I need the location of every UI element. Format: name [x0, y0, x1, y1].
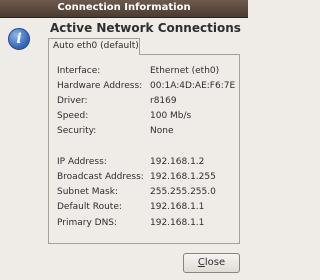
- field-label: Hardware Address:: [57, 81, 143, 91]
- window-title: Connection Information: [57, 2, 191, 13]
- field-label: Primary DNS:: [57, 218, 118, 228]
- field-value: 255.255.255.0: [150, 187, 216, 197]
- detail-row-speed: Speed: 100 Mb/s: [0, 111, 248, 123]
- field-label: Interface:: [57, 66, 101, 76]
- close-label: lose: [204, 257, 226, 268]
- field-value: 100 Mb/s: [150, 111, 192, 121]
- detail-row-driver: Driver: r8169: [0, 96, 248, 108]
- detail-row-hardware-address: Hardware Address: 00:1A:4D:AE:F6:7E: [0, 81, 248, 93]
- field-value: 00:1A:4D:AE:F6:7E: [150, 81, 236, 91]
- field-label: Subnet Mask:: [57, 187, 118, 197]
- field-value: r8169: [150, 96, 177, 106]
- close-mnemonic: C: [197, 257, 205, 268]
- close-button[interactable]: Close: [183, 253, 240, 273]
- detail-row-ip-address: IP Address: 192.168.1.2: [0, 157, 248, 169]
- field-value: None: [150, 126, 174, 136]
- detail-row-primary-dns: Primary DNS: 192.168.1.1: [0, 218, 248, 230]
- field-value: 192.168.1.2: [150, 157, 205, 167]
- field-label: Security:: [57, 126, 97, 136]
- detail-row-subnet-mask: Subnet Mask: 255.255.255.0: [0, 187, 248, 199]
- field-value: Ethernet (eth0): [150, 66, 220, 76]
- detail-row-security: Security: None: [0, 126, 248, 138]
- field-value: 192.168.1.255: [150, 172, 216, 182]
- field-label: Speed:: [57, 111, 89, 121]
- info-icon: i: [8, 28, 30, 50]
- detail-row-default-route: Default Route: 192.168.1.1: [0, 202, 248, 214]
- field-label: Broadcast Address:: [57, 172, 144, 182]
- field-label: IP Address:: [57, 157, 107, 167]
- tab-auto-eth0[interactable]: Auto eth0 (default): [48, 38, 140, 55]
- dialog-heading: Active Network Connections: [50, 21, 241, 35]
- field-value: 192.168.1.1: [150, 202, 205, 212]
- detail-row-interface: Interface: Ethernet (eth0): [0, 66, 248, 78]
- field-label: Default Route:: [57, 202, 122, 212]
- detail-row-broadcast-address: Broadcast Address: 192.168.1.255: [0, 172, 248, 184]
- field-label: Driver:: [57, 96, 88, 106]
- title-bar[interactable]: Connection Information: [0, 0, 248, 18]
- field-value: 192.168.1.1: [150, 218, 205, 228]
